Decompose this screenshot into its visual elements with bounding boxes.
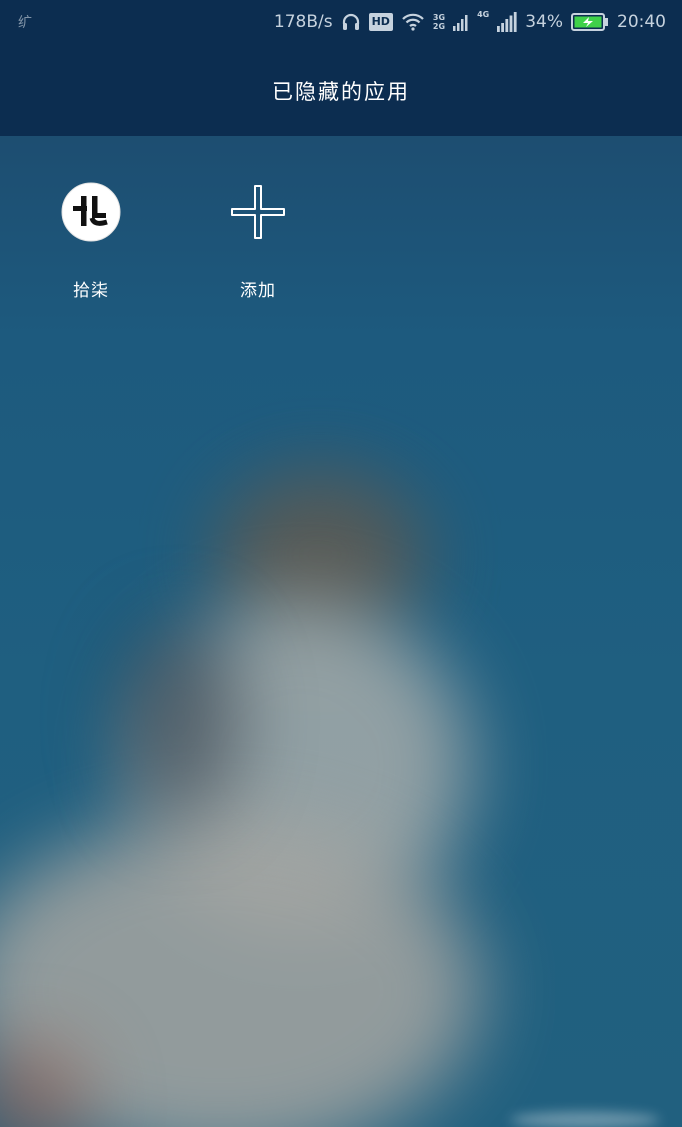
wifi-icon — [402, 13, 424, 31]
hd-icon: HD — [368, 13, 393, 31]
battery-charging-icon — [571, 13, 608, 31]
network-type-3g: 3G — [432, 13, 446, 22]
add-icon — [231, 185, 285, 239]
page-title: 已隐藏的应用 — [272, 80, 410, 104]
blurred-wallpaper — [0, 0, 682, 1127]
network-speed: 178B/s — [273, 12, 333, 32]
notification-indicator: 纩 — [18, 15, 32, 31]
network-type-2g: 2G — [432, 22, 446, 31]
wallpaper-glow — [510, 1112, 660, 1127]
clock-time: 20:40 — [617, 12, 666, 32]
status-indicators: 178B/s HD 3G 2G 4G 34% 20:40 — [274, 9, 666, 35]
app-shiqi-icon — [61, 182, 121, 242]
network-type-4g: 4G — [477, 10, 490, 19]
headphones-icon — [342, 13, 359, 30]
signal-icon — [453, 15, 468, 31]
app-label: 添加 — [240, 281, 276, 301]
status-bar: 纩 178B/s HD 3G 2G 4G 34% 20:40 — [0, 0, 682, 44]
network-type: 3G 2G — [433, 13, 445, 31]
hidden-app-shiqi[interactable]: 拾柒 — [31, 178, 151, 301]
add-app-button[interactable]: 添加 — [198, 178, 318, 301]
header-bar: 纩 178B/s HD 3G 2G 4G 34% 20:40 已隐藏的应用 — [0, 0, 682, 136]
wallpaper-blur-shape — [120, 620, 240, 820]
app-label: 拾柒 — [73, 281, 109, 301]
signal-icon — [497, 12, 517, 32]
battery-percent: 34% — [525, 12, 563, 32]
